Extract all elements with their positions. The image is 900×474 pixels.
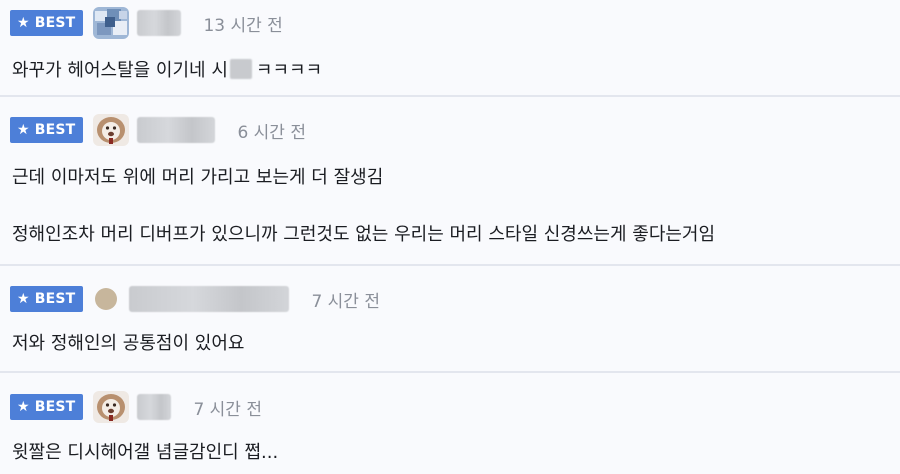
comment-item: ★ BEST 7 시간 전 저와 정해인의 공통점이 있어요 [0,266,900,373]
comment-timestamp: 6 시간 전 [237,122,306,143]
avatar[interactable] [93,391,130,423]
comment-text: 와꾸가 헤어스탈을 이기네 시 ㅋㅋㅋㅋ [12,56,322,82]
nickname-redacted [137,394,172,420]
comment-meta: ★ BEST 7 시간 전 [10,284,380,314]
star-icon: ★ [17,122,30,138]
comment-item: ★ BEST 13 시간 전 와꾸가 헤어스탈을 이기네 시 ㅋㅋㅋㅋ [0,0,900,97]
comment-timestamp: 7 시간 전 [311,291,380,312]
comment-list: ★ BEST 13 시간 전 와꾸가 헤어스탈을 이기네 시 ㅋㅋㅋㅋ ★ BE… [0,0,900,474]
best-badge[interactable]: ★ BEST [10,394,84,420]
comment-timestamp: 13 시간 전 [203,15,283,36]
comment-text: 윗짤은 디시헤어갤 념글감인디 쩝... [12,442,279,463]
comment-text: 근데 이마저도 위에 머리 가리고 보는게 더 잘생김 [12,167,384,188]
comment-meta: ★ BEST 6 시간 전 [10,114,306,146]
comment-item: ★ BEST 7 시간 전 윗짤은 디시헤어갤 념글감인디 쩝... [0,373,900,474]
best-badge[interactable]: ★ BEST [10,10,84,36]
avatar[interactable] [95,288,118,310]
best-badge-label: BEST [34,291,76,307]
comment-item: ★ BEST 6 시간 전 근데 이마저도 위에 머리 가리고 보는게 더 잘생… [0,97,900,266]
comment-meta: ★ BEST 7 시간 전 [10,391,262,423]
best-badge-label: BEST [34,399,76,415]
best-badge-label: BEST [34,122,76,138]
avatar[interactable] [93,7,130,39]
star-icon: ★ [17,399,30,415]
nickname-redacted [129,286,290,312]
comment-meta: ★ BEST 13 시간 전 [10,7,283,39]
nickname-redacted [137,117,216,143]
nickname-redacted [137,10,182,36]
redacted-text [229,59,252,79]
star-icon: ★ [17,291,30,307]
comment-timestamp: 7 시간 전 [193,399,262,420]
comment-text-part: 와꾸가 헤어스탈을 이기네 시 [12,60,228,81]
comment-text: 저와 정해인의 공통점이 있어요 [12,333,245,354]
best-badge[interactable]: ★ BEST [10,117,84,143]
comment-text-part: ㅋㅋㅋㅋ [255,60,323,81]
star-icon: ★ [17,15,30,31]
avatar[interactable] [93,114,130,146]
comment-text: 정해인조차 머리 디버프가 있으니까 그런것도 없는 우리는 머리 스타일 신경… [12,224,716,245]
best-badge[interactable]: ★ BEST [10,286,84,312]
best-badge-label: BEST [34,15,76,31]
